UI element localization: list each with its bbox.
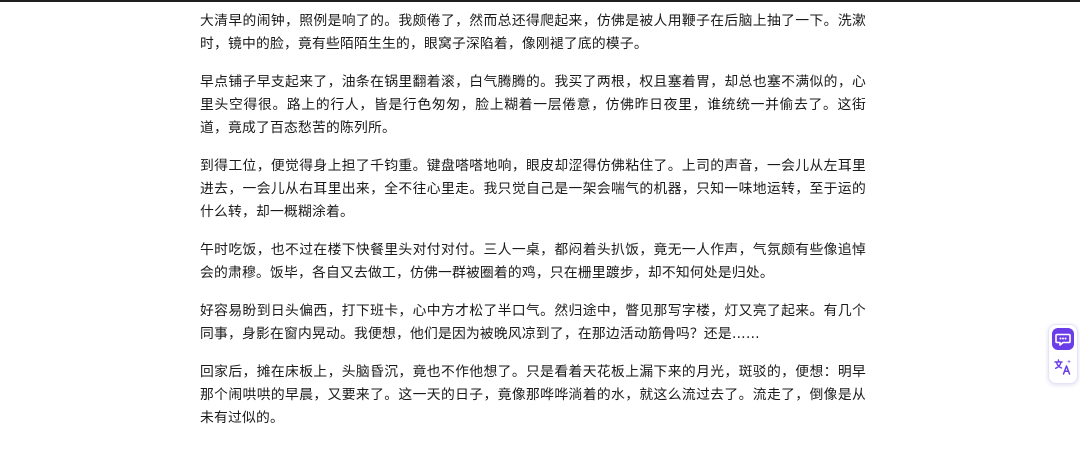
floating-toolbar: [1048, 324, 1078, 384]
translate-button[interactable]: [1052, 356, 1074, 378]
chat-bubble-icon: [1055, 333, 1071, 346]
paragraph-1: 大清早的闹钟，照例是响了的。我颇倦了，然而总还得爬起来，仿佛是被人用鞭子在后脑上…: [200, 13, 866, 52]
paragraph-4: 午时吃饭，也不过在楼下快餐里头对付对付。三人一桌，都闷着头扒饭，竟无一人作声，气…: [200, 242, 866, 281]
paragraph-5: 好容易盼到日头偏西，打下班卡，心中方才松了半口气。然归途中，瞥见那写字楼，灯又亮…: [200, 303, 866, 342]
paragraph-2: 早点铺子早支起来了，油条在锅里翻着滚，白气腾腾的。我买了两根，权且塞着胃，却总也…: [200, 74, 866, 136]
top-divider: [0, 0, 1080, 2]
paragraph-3: 到得工位，便觉得身上担了千钧重。键盘嗒嗒地响，眼皮却涩得仿佛粘住了。上司的声音，…: [200, 158, 866, 220]
translate-icon: [1054, 359, 1071, 375]
paragraph-6: 回家后，摊在床板上，头脑昏沉，竟也不作他想了。只是看着天花板上漏下来的月光，斑驳…: [200, 364, 866, 426]
article-body: 大清早的闹钟，照例是响了的。我颇倦了，然而总还得爬起来，仿佛是被人用鞭子在后脑上…: [200, 10, 866, 445]
ai-chat-button[interactable]: [1052, 328, 1074, 350]
